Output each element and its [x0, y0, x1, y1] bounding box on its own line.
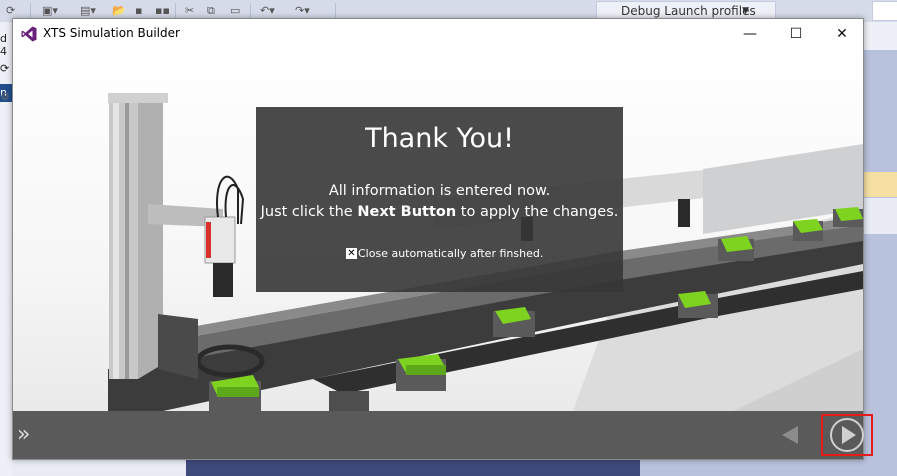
refresh-icon[interactable]: ⟳: [6, 4, 15, 18]
redo-icon[interactable]: ↷▾: [295, 4, 310, 18]
mover-4: [493, 307, 535, 337]
debug-launch-profiles-dropdown[interactable]: Debug Launch profiles ▼: [596, 1, 776, 19]
ide-left-label: d 4: [0, 32, 7, 58]
ide-status-area-right: [640, 460, 864, 476]
mover-8: [833, 207, 863, 227]
close-automatically-option[interactable]: ✕ Close automatically after finshed.: [346, 247, 543, 260]
ide-right-panel: [864, 22, 897, 476]
save-all-icon[interactable]: ▪▪: [155, 4, 170, 18]
mover-9: [329, 391, 369, 411]
add-item-icon[interactable]: ▤▾: [80, 4, 96, 18]
collapse-panel-button[interactable]: »: [17, 423, 41, 447]
toolbar-separator: [30, 3, 31, 19]
copy-icon[interactable]: ⧉: [207, 4, 215, 18]
close-button[interactable]: ✕: [819, 19, 865, 49]
ide-right-panel-highlight: [864, 172, 897, 197]
save-icon[interactable]: ▪: [135, 4, 142, 18]
info-entered-text: All information is entered now.: [328, 183, 551, 199]
toolbar-separator: [175, 3, 176, 19]
instruction-bold: Next Button: [357, 204, 457, 220]
mover-3: [396, 354, 446, 391]
maximize-button[interactable]: ☐: [773, 19, 819, 49]
thank-you-heading: Thank You!: [365, 123, 514, 154]
undo-icon[interactable]: ↶▾: [260, 4, 275, 18]
debug-launch-profiles-label: Debug Launch profiles: [621, 4, 756, 18]
window-title: XTS Simulation Builder: [43, 26, 180, 40]
xts-simulation-builder-window: XTS Simulation Builder — ☐ ✕ Thank You! …: [12, 18, 873, 460]
play-circle-icon: [830, 418, 864, 452]
close-automatically-label[interactable]: Close automatically after finshed.: [358, 247, 543, 260]
close-automatically-checkbox[interactable]: ✕: [346, 248, 357, 259]
previous-button[interactable]: [778, 423, 802, 447]
gear-icon[interactable]: ⚙: [0, 90, 10, 103]
visual-studio-icon: [21, 26, 37, 42]
thank-you-panel: Thank You! All information is entered no…: [256, 107, 623, 292]
toolbar-search-input[interactable]: [872, 1, 897, 21]
toolbar-separator: [335, 3, 336, 19]
toolbar-separator: [250, 3, 251, 19]
refresh-icon[interactable]: ⟳: [0, 62, 9, 75]
mover-5: [678, 291, 718, 318]
window-titlebar[interactable]: XTS Simulation Builder — ☐ ✕: [13, 19, 863, 49]
instruction-suffix: to apply the changes.: [456, 204, 619, 220]
cut-icon[interactable]: ✂: [185, 4, 194, 18]
instruction-prefix: Just click the: [260, 204, 358, 220]
mover-6: [718, 236, 754, 261]
mover-7: [793, 219, 823, 241]
triangle-left-icon: [782, 426, 798, 444]
ide-status-area: [186, 460, 640, 476]
next-button-instruction: Just click the Next Button to apply the …: [256, 204, 623, 220]
ide-right-panel-content: [864, 198, 897, 234]
wizard-footer: »: [13, 411, 873, 459]
ide-left-panel: d 4 ⟳ n ⚙: [0, 22, 12, 476]
open-folder-icon[interactable]: 📂: [112, 4, 126, 18]
minimize-button[interactable]: —: [727, 19, 773, 49]
new-project-icon[interactable]: ▣▾: [42, 4, 58, 18]
ide-right-panel-header: [864, 22, 897, 50]
next-button[interactable]: [821, 414, 873, 456]
paste-icon[interactable]: ▭: [230, 4, 240, 18]
double-chevron-right-icon: »: [17, 422, 31, 447]
